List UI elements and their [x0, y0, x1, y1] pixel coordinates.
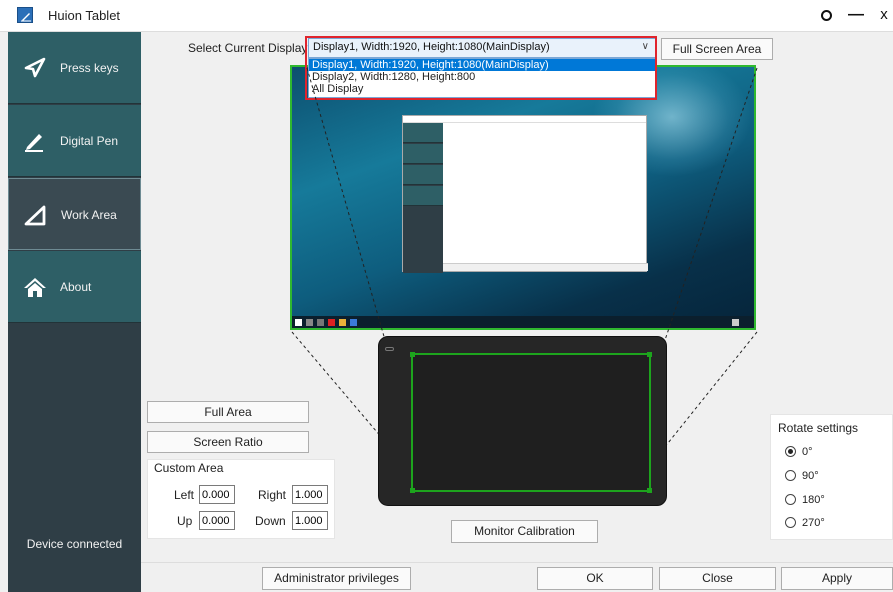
sidebar-item-work-area[interactable]: Work Area [8, 178, 141, 250]
rotate-option-label: 270° [802, 517, 825, 529]
send-arrow-icon [24, 57, 46, 78]
rotate-option-label: 180° [802, 494, 825, 506]
rotate-90-radio[interactable] [785, 470, 796, 481]
chevron-down-icon: ∨ [641, 41, 649, 52]
display-option[interactable]: Display1, Width:1920, Height:1080(MainDi… [309, 59, 655, 71]
down-field[interactable] [292, 511, 328, 530]
settings-icon[interactable] [821, 10, 832, 21]
sidebar-item-label: About [60, 280, 92, 294]
sidebar-item-label: Work Area [61, 208, 117, 222]
apply-button[interactable]: Apply [781, 567, 893, 590]
rotate-270-radio[interactable] [785, 517, 796, 528]
select-display-label: Select Current Display [188, 41, 308, 55]
right-field[interactable] [292, 485, 328, 504]
device-status: Device connected [26, 537, 123, 551]
up-label: Up [177, 514, 193, 528]
tablet-active-area[interactable] [410, 352, 652, 493]
title-bar: Huion Tablet — x [0, 0, 893, 32]
minimize-button[interactable]: — [845, 6, 867, 24]
down-label: Down [255, 514, 286, 528]
right-label: Right [258, 488, 287, 502]
home-icon [24, 278, 46, 297]
left-field[interactable] [199, 485, 235, 504]
huion-tablet-window: Huion Tablet — x Press keys Digital Pen … [0, 0, 893, 592]
window-title: Huion Tablet [48, 8, 121, 23]
ok-button[interactable]: OK [537, 567, 653, 590]
rotate-option-label: 0° [802, 446, 813, 458]
sidebar: Press keys Digital Pen Work Area About D… [8, 32, 141, 592]
rotate-180-radio[interactable] [785, 494, 796, 505]
triangle-ruler-icon [24, 205, 46, 226]
custom-area-title: Custom Area [154, 461, 224, 475]
rotate-settings-title: Rotate settings [778, 421, 859, 435]
sidebar-item-label: Press keys [60, 61, 119, 75]
screen-ratio-button[interactable]: Screen Ratio [147, 431, 309, 453]
left-label: Left [174, 488, 195, 502]
huion-logo-icon [17, 7, 33, 23]
display-option[interactable]: Display2, Width:1280, Height:800 [309, 71, 655, 83]
tablet-image [378, 336, 667, 506]
pen-icon [25, 134, 43, 152]
close-button[interactable]: Close [659, 567, 776, 590]
tablet-button [385, 347, 394, 351]
sidebar-item-digital-pen[interactable]: Digital Pen [8, 105, 141, 177]
sidebar-item-press-keys[interactable]: Press keys [8, 32, 141, 104]
up-field[interactable] [199, 511, 235, 530]
close-window-button[interactable]: x [873, 6, 893, 24]
monitor-calibration-button[interactable]: Monitor Calibration [451, 520, 598, 543]
display-option[interactable]: All Display [309, 83, 655, 95]
display-select-value: Display1, Width:1920, Height:1080(MainDi… [313, 41, 550, 53]
full-screen-area-button[interactable]: Full Screen Area [661, 38, 773, 60]
sidebar-item-about[interactable]: About [8, 251, 141, 323]
preview-taskbar [292, 316, 754, 328]
rotate-option-label: 90° [802, 470, 819, 482]
preview-app-window [402, 115, 648, 273]
full-area-button[interactable]: Full Area [147, 401, 309, 423]
sidebar-item-label: Digital Pen [60, 134, 119, 148]
rotate-0-radio[interactable] [785, 446, 796, 457]
display-select[interactable]: Display1, Width:1920, Height:1080(MainDi… [308, 38, 656, 58]
administrator-privileges-button[interactable]: Administrator privileges [262, 567, 411, 590]
display-preview[interactable] [290, 65, 756, 330]
display-dropdown-list: Display1, Width:1920, Height:1080(MainDi… [308, 58, 656, 98]
